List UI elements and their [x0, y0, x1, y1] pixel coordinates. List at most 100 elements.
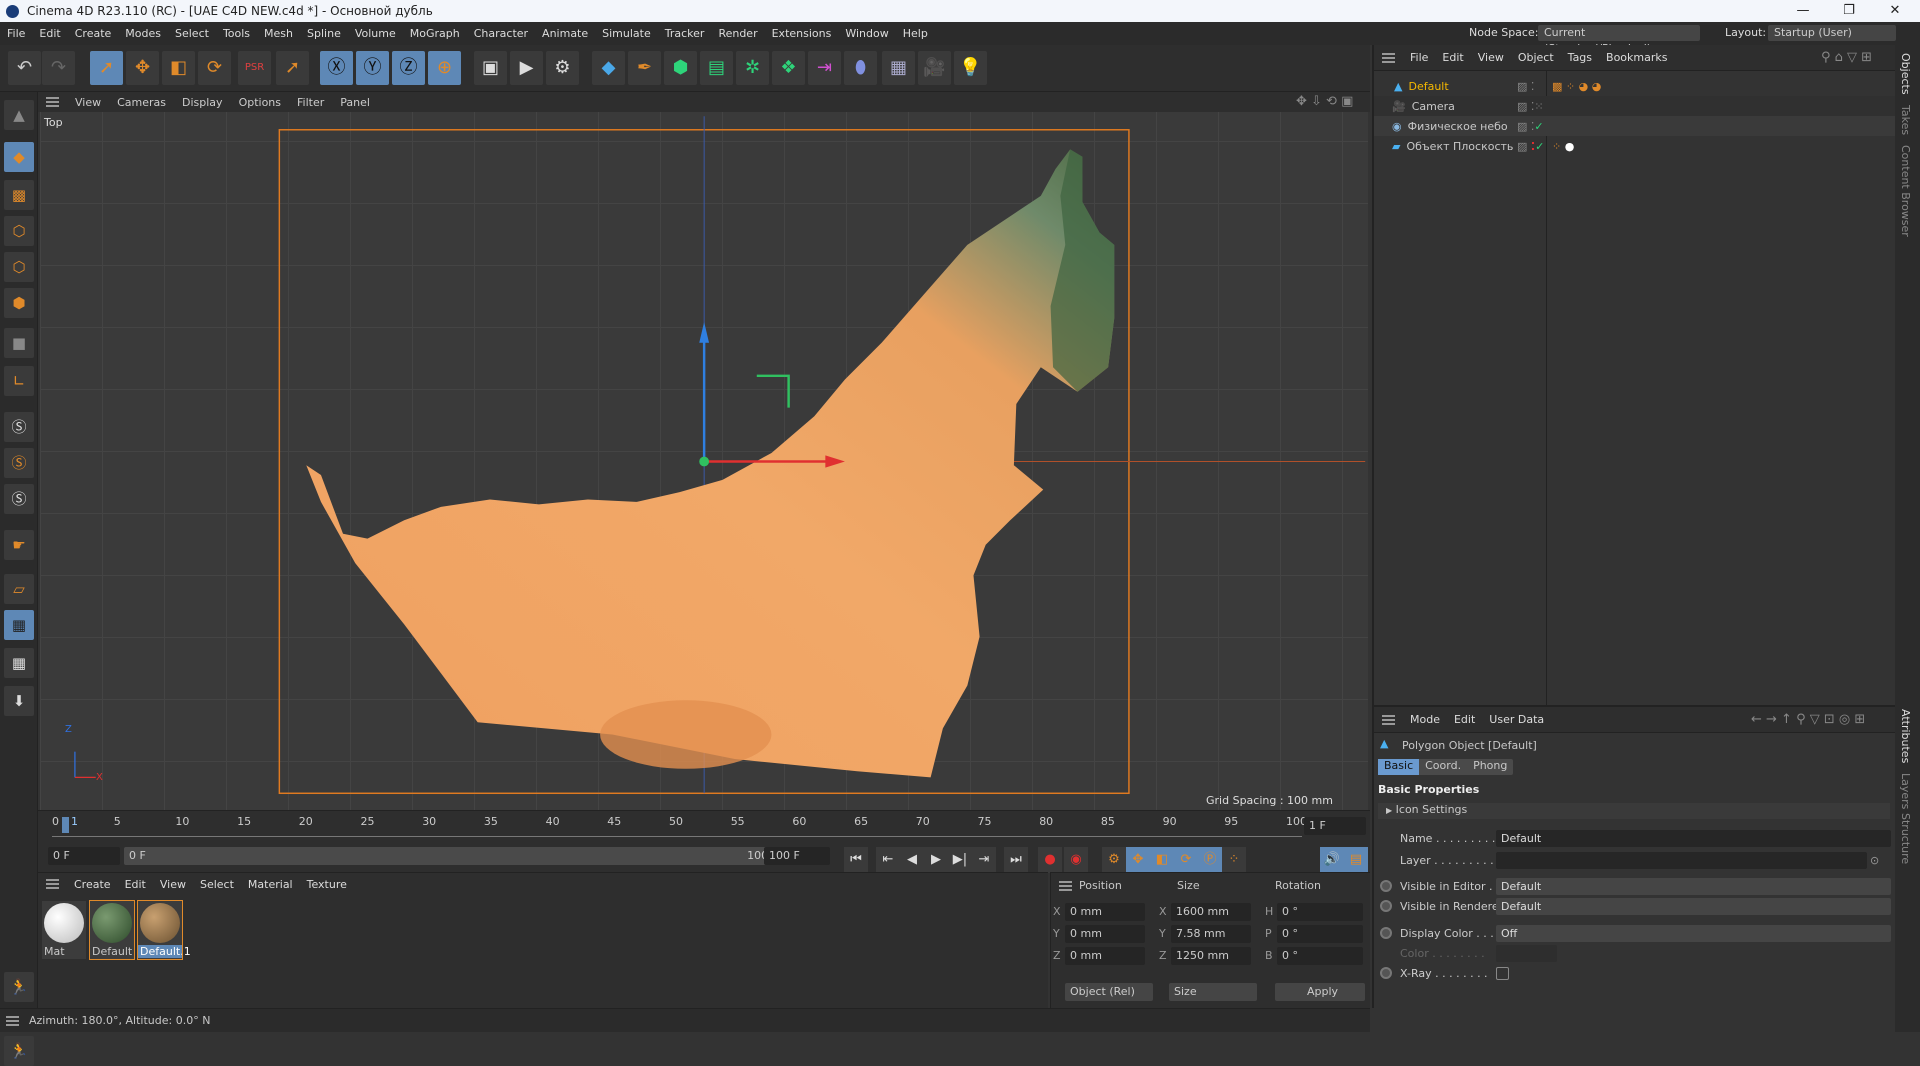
record-keys-icon[interactable]: ● [1038, 847, 1062, 873]
menu-modes[interactable]: Modes [118, 27, 168, 40]
visibility-toggle-icon[interactable]: ▨ ⁚✓ [1517, 140, 1544, 153]
cube-icon[interactable]: ◆ [592, 51, 625, 85]
field-icon[interactable]: ⬮ [844, 51, 877, 85]
extrude-icon[interactable]: ▤ [700, 51, 733, 85]
material-tags-icon[interactable]: ⁘ ● [1552, 140, 1574, 153]
animate-radio-icon[interactable] [1380, 880, 1392, 892]
viewport[interactable]: Top Z X Grid Spacing : 100 mm [40, 112, 1368, 810]
menu-spline[interactable]: Spline [300, 27, 348, 40]
go-to-end-icon[interactable]: ⏭ [1004, 847, 1028, 873]
attributes-menu-icon[interactable] [1382, 714, 1395, 725]
objects-menu-edit[interactable]: Edit [1435, 51, 1470, 64]
attribute-nav-icons[interactable]: ← → ↑ ⚲ ▽ ⊡ ◎ ⊞ [1744, 712, 1872, 727]
key-position-icon[interactable]: ✥ [1126, 847, 1150, 873]
pen-spline-icon[interactable]: ✒ [628, 51, 661, 85]
render-view-icon[interactable]: ▣ [474, 51, 507, 85]
visibility-toggle-icon[interactable]: ▨ ⁚✓ [1517, 120, 1544, 133]
coordinate-system-icon[interactable]: ⊕ [428, 51, 461, 85]
rotation-field[interactable]: 0 ° [1277, 903, 1363, 921]
render-settings-icon[interactable]: ⚙ [546, 51, 579, 85]
viewport-menu-panel[interactable]: Panel [332, 96, 378, 109]
go-to-start-icon[interactable]: ⏮ [844, 847, 868, 873]
recent-tool-icon[interactable]: ➚ [276, 51, 309, 85]
points-mode-icon[interactable]: ⬡ [4, 216, 34, 246]
key-rotation-icon[interactable]: ⟳ [1174, 847, 1198, 873]
menu-simulate[interactable]: Simulate [595, 27, 658, 40]
tab-basic[interactable]: Basic [1378, 759, 1420, 775]
workplane-icon[interactable]: ▱ [4, 574, 34, 604]
animate-radio-icon[interactable] [1380, 900, 1392, 912]
tweak-icon[interactable]: ☛ [4, 530, 34, 560]
attributes-menu-mode[interactable]: Mode [1403, 713, 1447, 726]
render-picture-viewer-icon[interactable]: ▶ [510, 51, 543, 85]
objects-menu-object[interactable]: Object [1511, 51, 1561, 64]
viewport-menu-cameras[interactable]: Cameras [109, 96, 174, 109]
object-tools-icons[interactable]: ⚲ ⌂ ▽ ⊞ [1814, 50, 1879, 65]
mograph-icon[interactable]: ❖ [772, 51, 805, 85]
status-menu-icon[interactable] [6, 1015, 19, 1026]
next-key-icon[interactable]: ⇥ [972, 847, 996, 873]
material-menu-view[interactable]: View [153, 878, 193, 891]
floor-align-icon[interactable]: ⬇ [4, 686, 34, 716]
deformer-icon[interactable]: ⇥ [808, 51, 841, 85]
material-swatch[interactable]: Default.1 [137, 900, 191, 960]
workplane-snap-icon[interactable]: Ⓢ [4, 484, 34, 514]
name-input[interactable]: Default [1496, 829, 1891, 847]
menu-volume[interactable]: Volume [348, 27, 403, 40]
playhead[interactable] [62, 817, 69, 833]
character-pose-icon[interactable]: 🏃 [4, 972, 34, 1002]
viewport-nav-icons[interactable]: ✥ ⇩ ⟲ ▣ [1288, 94, 1361, 109]
polygons-mode-icon[interactable]: ⬢ [4, 288, 34, 318]
menu-mograph[interactable]: MoGraph [403, 27, 467, 40]
floor-icon[interactable]: ▦ [882, 51, 915, 85]
key-pla-icon[interactable]: ⁘ [1222, 847, 1246, 873]
size-field[interactable]: 1600 mm [1171, 903, 1251, 921]
object-row-default[interactable]: ▲ Default ▨ ⁚ ▩ ⁘ ◕ ◕ [1374, 76, 1897, 96]
material-menu-select[interactable]: Select [193, 878, 241, 891]
menu-mesh[interactable]: Mesh [257, 27, 300, 40]
material-swatch[interactable]: Default [89, 900, 135, 960]
select-tool-icon[interactable]: ➚ [90, 51, 123, 85]
rotate-tool-icon[interactable]: ⟳ [198, 51, 231, 85]
autokey-icon[interactable]: ◉ [1064, 847, 1088, 873]
menu-window[interactable]: Window [838, 27, 895, 40]
viewport-menu-filter[interactable]: Filter [289, 96, 332, 109]
layer-input[interactable] [1496, 851, 1867, 869]
axis-mode-icon[interactable]: ∟ [4, 366, 34, 396]
objects-menu-bookmarks[interactable]: Bookmarks [1599, 51, 1674, 64]
menu-character[interactable]: Character [467, 27, 535, 40]
size-field[interactable]: 7.58 mm [1171, 925, 1251, 943]
menu-help[interactable]: Help [896, 27, 935, 40]
position-field[interactable]: 0 mm [1065, 947, 1145, 965]
locked-workplane-icon[interactable]: ▦ [4, 648, 34, 678]
move-tool-icon[interactable]: ✥ [126, 51, 159, 85]
viewport-menu-view[interactable]: View [67, 96, 109, 109]
rotation-field[interactable]: 0 ° [1277, 925, 1363, 943]
visible-in-editor-dropdown[interactable]: Default [1496, 877, 1891, 895]
menu-tools[interactable]: Tools [216, 27, 257, 40]
viewport-menu-options[interactable]: Options [231, 96, 289, 109]
tab-coord[interactable]: Coord. [1419, 759, 1467, 775]
size-field[interactable]: 1250 mm [1171, 947, 1251, 965]
objects-menu-tags[interactable]: Tags [1561, 51, 1599, 64]
visible-in-renderer-dropdown[interactable]: Default [1496, 897, 1891, 915]
psr-icon[interactable]: PSR [238, 51, 271, 85]
next-frame-icon[interactable]: ▶| [948, 847, 972, 873]
layout-dropdown[interactable]: Startup (User) [1768, 25, 1896, 41]
preview-range-slider[interactable]: 0 F 100 F [124, 847, 784, 865]
material-menu-edit[interactable]: Edit [118, 878, 153, 891]
coordinate-mode-dropdown[interactable]: Object (Rel) [1065, 983, 1153, 1001]
visibility-toggle-icon[interactable]: ▨ ⁚⁙ [1517, 100, 1544, 113]
menu-extensions[interactable]: Extensions [765, 27, 839, 40]
tab-phong[interactable]: Phong [1467, 759, 1513, 775]
layer-picker-icon[interactable]: ⊙ [1870, 854, 1879, 867]
y-axis-lock-icon[interactable]: Ⓨ [356, 51, 389, 85]
side-tab-structure[interactable]: Structure [1899, 813, 1912, 864]
position-field[interactable]: 0 mm [1065, 903, 1145, 921]
start-frame-field[interactable]: 0 F [48, 847, 120, 865]
x-axis-lock-icon[interactable]: Ⓧ [320, 51, 353, 85]
material-menu-create[interactable]: Create [67, 878, 118, 891]
edges-mode-icon[interactable]: ⬡ [4, 252, 34, 282]
close-button[interactable]: ✕ [1872, 0, 1918, 22]
object-row-camera[interactable]: 🎥 Camera ▨ ⁚⁙ [1374, 96, 1897, 116]
